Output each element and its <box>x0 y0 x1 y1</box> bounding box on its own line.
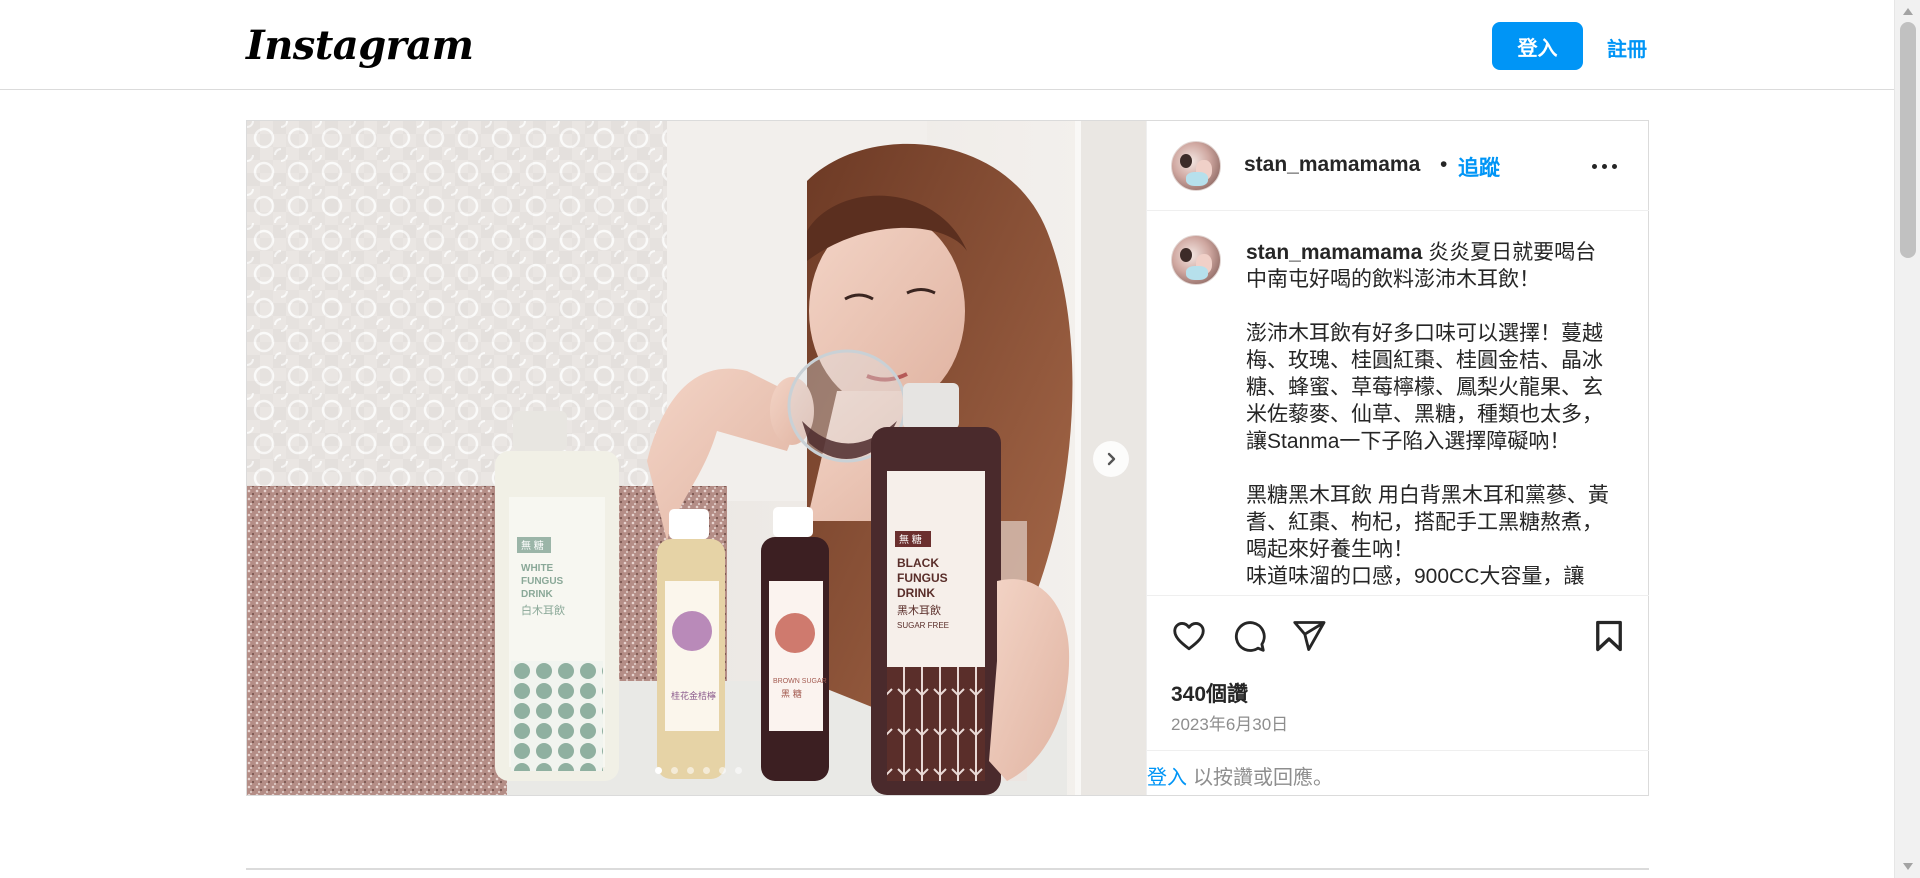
caption-area[interactable]: stan_mamamama 炎炎夏日就要喝台中南屯好喝的飲料澎沛木耳飲！ 澎沛木… <box>1147 211 1649 595</box>
svg-text:白木耳飲: 白木耳飲 <box>521 603 565 617</box>
bottle-brown-sugar: BROWN SUGAR 黑 糖 <box>761 507 829 781</box>
svg-text:桂花金桔檸: 桂花金桔檸 <box>671 690 716 702</box>
carousel-dot <box>655 767 662 774</box>
svg-text:BROWN SUGAR: BROWN SUGAR <box>773 678 827 685</box>
login-prompt-text: 以按讚或回應。 <box>1193 767 1333 789</box>
caption-text: 炎炎夏日就要喝台中南屯好喝的飲料澎沛木耳飲！ 澎沛木耳飲有好多口味可以選擇！蔓越… <box>1246 241 1609 588</box>
svg-text:SUGAR FREE: SUGAR FREE <box>897 621 949 630</box>
svg-text:黑 糖: 黑 糖 <box>781 688 802 700</box>
post-header: stan_mamamama • 追蹤 <box>1147 121 1649 211</box>
caption-username[interactable]: stan_mamamama <box>1246 241 1422 264</box>
caption-avatar[interactable] <box>1171 235 1221 285</box>
heart-icon[interactable] <box>1171 618 1207 654</box>
chevron-right-icon <box>1107 452 1116 466</box>
bottle-black-fungus: 無 糖 BLACK FUNGUS DRINK 黑木耳飲 SUGAR FREE <box>871 383 1001 795</box>
page-scrollbar[interactable] <box>1894 0 1920 878</box>
carousel-dot <box>735 767 742 774</box>
login-link[interactable]: 登入 <box>1147 761 1187 790</box>
svg-text:無 糖: 無 糖 <box>899 533 922 546</box>
signup-link[interactable]: 註冊 <box>1607 33 1647 62</box>
scroll-thumb[interactable] <box>1900 22 1916 258</box>
svg-text:DRINK: DRINK <box>897 586 935 600</box>
carousel-dot <box>703 767 710 774</box>
post-caption: stan_mamamama 炎炎夏日就要喝台中南屯好喝的飲料澎沛木耳飲！ 澎沛木… <box>1246 239 1611 590</box>
top-navigation: Instagram 登入 註冊 <box>0 0 1894 90</box>
avatar[interactable] <box>1171 141 1221 191</box>
carousel-dot <box>687 767 694 774</box>
carousel-indicator <box>655 767 742 774</box>
post-card: 無 糖 WHITE FUNGUS DRINK 白木耳飲 桂花金桔檸 BROWN … <box>246 120 1649 796</box>
svg-text:FUNGUS: FUNGUS <box>897 571 948 585</box>
section-divider <box>246 868 1649 870</box>
more-options-icon[interactable] <box>1592 164 1617 169</box>
svg-text:DRINK: DRINK <box>521 589 553 600</box>
login-button[interactable]: 登入 <box>1492 22 1583 70</box>
bookmark-icon[interactable] <box>1591 618 1627 654</box>
scroll-up-arrow-icon[interactable] <box>1903 8 1913 15</box>
post-username[interactable]: stan_mamamama <box>1244 153 1420 177</box>
post-date[interactable]: 2023年6月30日 <box>1171 710 1288 735</box>
svg-text:WHITE: WHITE <box>521 563 554 574</box>
separator-dot: • <box>1440 153 1448 176</box>
scroll-down-arrow-icon[interactable] <box>1903 863 1913 870</box>
svg-text:BLACK: BLACK <box>897 556 939 570</box>
bottle-osmanthus: 桂花金桔檸 <box>657 509 725 779</box>
comment-icon[interactable] <box>1231 618 1267 654</box>
svg-text:無 糖: 無 糖 <box>521 539 544 552</box>
post-actions: 340個讚 2023年6月30日 登入 以按讚或回應。 <box>1147 595 1649 795</box>
follow-button[interactable]: 追蹤 <box>1458 152 1500 182</box>
post-sidebar: stan_mamamama • 追蹤 stan_mamamama 炎炎夏日就要喝… <box>1146 121 1649 795</box>
svg-text:FUNGUS: FUNGUS <box>521 576 564 587</box>
carousel-dot <box>671 767 678 774</box>
carousel-next-button[interactable] <box>1093 441 1129 477</box>
post-media-carousel[interactable]: 無 糖 WHITE FUNGUS DRINK 白木耳飲 桂花金桔檸 BROWN … <box>247 121 1146 795</box>
instagram-logo[interactable]: Instagram <box>246 22 474 69</box>
like-count[interactable]: 340個讚 <box>1171 678 1248 708</box>
login-to-interact: 登入 以按讚或回應。 <box>1147 750 1649 796</box>
post-photo: 無 糖 WHITE FUNGUS DRINK 白木耳飲 桂花金桔檸 BROWN … <box>247 121 1146 795</box>
svg-text:黑木耳飲: 黑木耳飲 <box>897 603 941 617</box>
bottle-white-fungus: 無 糖 WHITE FUNGUS DRINK 白木耳飲 <box>495 411 619 781</box>
send-icon[interactable] <box>1291 618 1327 654</box>
carousel-dot <box>719 767 726 774</box>
